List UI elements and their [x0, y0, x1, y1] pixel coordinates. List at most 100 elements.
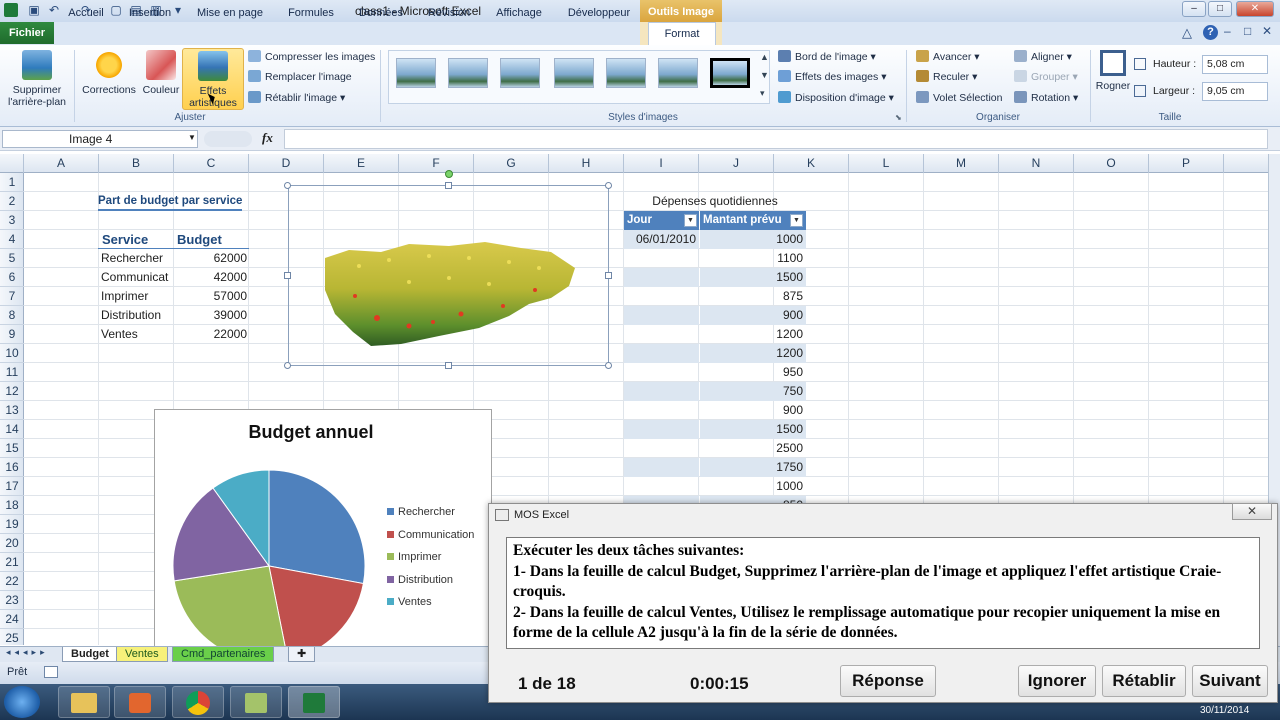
tab-insert[interactable]: Insertion [120, 3, 180, 23]
minimize-button[interactable]: – [1182, 1, 1206, 17]
change-picture-button[interactable]: Remplacer l'image [248, 68, 352, 86]
gallery-up-icon[interactable]: ▲ [760, 52, 769, 62]
row-header-13[interactable]: 13 [0, 401, 24, 420]
picture-style-5[interactable] [606, 58, 646, 88]
row-header-11[interactable]: 11 [0, 363, 24, 382]
gallery-more-icon[interactable]: ▾ [760, 88, 765, 99]
pie-slice-rechercher[interactable] [268, 469, 366, 585]
column-header-j[interactable]: J [699, 154, 774, 173]
next-button[interactable]: Suivant [1192, 665, 1268, 697]
resize-handle-se[interactable] [605, 362, 612, 369]
workbook-restore-button[interactable]: □ [1244, 24, 1251, 38]
insert-sheet-icon[interactable]: ✚ [288, 647, 316, 662]
row-header-10[interactable]: 10 [0, 344, 24, 363]
resize-handle-e[interactable] [605, 272, 612, 279]
help-icon[interactable]: ? [1203, 25, 1218, 40]
rotate-handle[interactable] [445, 170, 453, 178]
row-header-19[interactable]: 19 [0, 515, 24, 534]
resize-handle-ne[interactable] [605, 182, 612, 189]
send-backward-button[interactable]: Reculer ▾ [916, 68, 977, 86]
name-box-dropdown-icon[interactable]: ▼ [188, 133, 196, 142]
workbook-minimize-button[interactable]: – [1224, 24, 1231, 38]
column-header-l[interactable]: L [849, 154, 924, 173]
tab-format[interactable]: Format [648, 22, 716, 45]
dialog-launcher-icon[interactable]: ⬊ [895, 113, 902, 122]
row-header-21[interactable]: 21 [0, 553, 24, 572]
start-button[interactable] [4, 686, 40, 718]
row-header-16[interactable]: 16 [0, 458, 24, 477]
column-header-b[interactable]: B [99, 154, 174, 173]
row-header-22[interactable]: 22 [0, 572, 24, 591]
column-header-a[interactable]: A [24, 154, 99, 173]
tab-formulas[interactable]: Formules [280, 3, 342, 23]
name-box[interactable]: Image 4 [2, 130, 198, 148]
tab-home[interactable]: Accueil [60, 3, 112, 23]
row-header-8[interactable]: 8 [0, 306, 24, 325]
save-icon[interactable]: ▣ [26, 3, 42, 19]
row-header-9[interactable]: 9 [0, 325, 24, 344]
picture-style-4[interactable] [554, 58, 594, 88]
row-header-6[interactable]: 6 [0, 268, 24, 287]
sheet-nav-icon[interactable]: ◂◂◂▸▸ [6, 647, 49, 658]
media-player-taskbar-icon[interactable] [114, 686, 166, 718]
resize-handle-w[interactable] [284, 272, 291, 279]
ignore-button[interactable]: Ignorer [1018, 665, 1096, 697]
tab-data[interactable]: Données [352, 3, 410, 23]
picture-style-7[interactable] [710, 58, 750, 88]
sheet-tab-ventes[interactable]: Ventes [116, 647, 168, 662]
pie-chart[interactable]: Budget annuel Rechercher Communication Imp… [154, 409, 492, 649]
corrections-button[interactable]: Corrections [78, 50, 140, 96]
column-header-h[interactable]: H [549, 154, 624, 173]
column-header-n[interactable]: N [999, 154, 1074, 173]
row-header-15[interactable]: 15 [0, 439, 24, 458]
gallery-down-icon[interactable]: ▼ [760, 70, 769, 80]
row-header-4[interactable]: 4 [0, 230, 24, 249]
insert-function-icon[interactable]: fx [262, 130, 273, 146]
resize-handle-s[interactable] [445, 362, 452, 369]
selected-picture[interactable] [288, 185, 609, 366]
column-header-k[interactable]: K [774, 154, 849, 173]
width-input[interactable]: 9,05 cm [1202, 82, 1268, 101]
row-header-5[interactable]: 5 [0, 249, 24, 268]
answer-button[interactable]: Réponse [840, 665, 936, 697]
row-header-18[interactable]: 18 [0, 496, 24, 515]
align-button[interactable]: Aligner ▾ [1014, 48, 1072, 66]
maximize-button[interactable]: □ [1208, 1, 1232, 17]
select-all-corner[interactable] [0, 154, 24, 173]
picture-style-1[interactable] [396, 58, 436, 88]
row-header-20[interactable]: 20 [0, 534, 24, 553]
row-header-2[interactable]: 2 [0, 192, 24, 211]
row-header-23[interactable]: 23 [0, 591, 24, 610]
dialog-close-button[interactable]: ✕ [1232, 503, 1272, 520]
resize-handle-sw[interactable] [284, 362, 291, 369]
tab-file[interactable]: Fichier [0, 22, 54, 44]
column-header-o[interactable]: O [1074, 154, 1149, 173]
tab-review[interactable]: Révision [420, 3, 478, 23]
column-header-c[interactable]: C [174, 154, 249, 173]
row-header-1[interactable]: 1 [0, 173, 24, 192]
macro-record-icon[interactable] [44, 666, 58, 678]
row-header-3[interactable]: 3 [0, 211, 24, 230]
workbook-close-button[interactable]: ✕ [1262, 24, 1272, 38]
tab-view[interactable]: Affichage [488, 3, 550, 23]
column-header-m[interactable]: M [924, 154, 999, 173]
sheet-tab-budget[interactable]: Budget [62, 647, 118, 662]
picture-border-button[interactable]: Bord de l'image ▾ [778, 48, 876, 66]
tab-page-layout[interactable]: Mise en page [192, 3, 268, 23]
resize-handle-n[interactable] [445, 182, 452, 189]
explorer-taskbar-icon[interactable] [58, 686, 110, 718]
column-header-p[interactable]: P [1149, 154, 1224, 173]
row-header-24[interactable]: 24 [0, 610, 24, 629]
rotate-button[interactable]: Rotation ▾ [1014, 89, 1078, 107]
picture-effects-button[interactable]: Effets des images ▾ [778, 68, 886, 86]
row-header-7[interactable]: 7 [0, 287, 24, 306]
compress-pictures-button[interactable]: Compresser les images [248, 48, 375, 66]
close-window-button[interactable]: ✕ [1236, 1, 1274, 17]
chrome-taskbar-icon[interactable] [172, 686, 224, 718]
remove-background-button[interactable]: Supprimer l'arrière-plan [4, 50, 70, 108]
picture-style-2[interactable] [448, 58, 488, 88]
column-header-g[interactable]: G [474, 154, 549, 173]
app-taskbar-icon[interactable] [230, 686, 282, 718]
column-header-d[interactable]: D [249, 154, 324, 173]
formula-input[interactable] [284, 129, 1268, 149]
